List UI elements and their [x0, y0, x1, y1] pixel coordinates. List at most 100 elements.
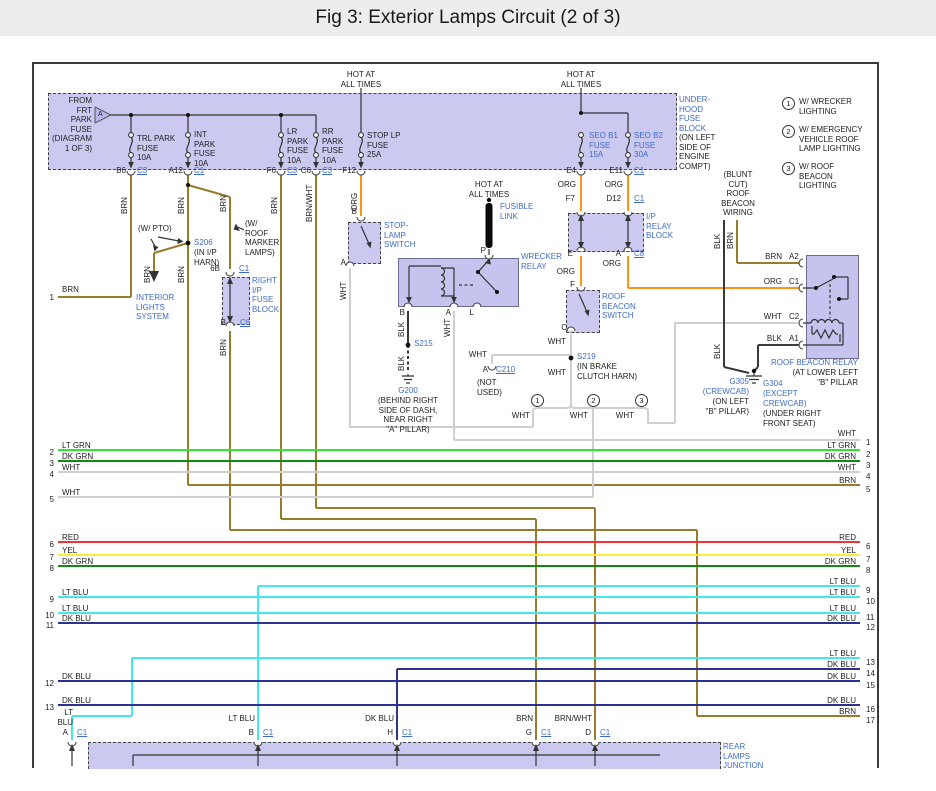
- right-row-1-number: 1: [866, 438, 871, 447]
- connector-link-c1-6b[interactable]: C1: [239, 264, 249, 274]
- connector-link-c6[interactable]: C6: [240, 318, 250, 328]
- ground-g304-location: (UNDER RIGHT FRONT SEAT): [763, 409, 822, 428]
- right-row-11-number: 11: [866, 613, 875, 622]
- ground-g304-except: (EXCEPT CREWCAB): [763, 389, 807, 408]
- blunt-cut-label: (BLUNT CUT) ROOF BEACON WIRING: [721, 170, 755, 217]
- left-row-5-color: WHT: [62, 488, 81, 497]
- right-row-5-number: 5: [866, 485, 871, 494]
- bottom-wire-a: LT BLU: [57, 708, 73, 727]
- bottom-wire-b: LT BLU: [228, 714, 255, 723]
- pin-f12: F12: [342, 166, 356, 175]
- wire-label-blk-s215: BLK: [397, 321, 406, 337]
- from-frt-park-fuse-label: FROM FRT PARK FUSE (DIAGRAM 1 OF 3): [52, 96, 92, 153]
- wht-branch-1-circle: 1: [531, 394, 544, 407]
- wire-label-wht-b2: WHT: [569, 411, 588, 420]
- left-row-2-color: LT GRN: [62, 441, 91, 450]
- fuse-label-seo-b1: SEO B1 FUSE 15A: [589, 131, 618, 159]
- hot-at-all-times-3: HOT AT ALL TIMES: [468, 180, 510, 199]
- left-row-7-color: YEL: [62, 546, 78, 555]
- bottom-wire-d: BRN/WHT: [554, 714, 592, 723]
- connector-link-c8[interactable]: C8: [634, 249, 644, 259]
- fusible-link-label: FUSIBLE LINK: [500, 202, 534, 221]
- ground-g305-label: G305: [729, 377, 749, 386]
- wire-label-wht-c210: WHT: [468, 350, 487, 359]
- pin-p: P: [480, 246, 486, 255]
- wire-label-org-e4: ORG: [557, 180, 576, 189]
- bottom-conn-a[interactable]: C1: [77, 728, 87, 738]
- wire-label-wht-b1: WHT: [511, 411, 530, 420]
- note-3-text: W/ ROOF BEACON LIGHTING: [799, 162, 837, 190]
- note-2-text: W/ EMERGENCY VEHICLE ROOF LAMP LIGHTING: [799, 125, 863, 153]
- pin-a-ip: A: [615, 249, 621, 258]
- left-row-12-color: DK BLU: [62, 672, 91, 681]
- wire-label-brn-b6: BRN: [120, 197, 129, 214]
- right-ip-fuse-block-label: RIGHT I/P FUSE BLOCK: [252, 276, 280, 314]
- pin-b-fuseblock: B: [220, 318, 226, 327]
- wire-label-org-f12: ORG: [350, 192, 359, 211]
- wire-label-wht-c2: WHT: [763, 312, 782, 321]
- connector-link-c3-2[interactable]: C3: [287, 166, 297, 176]
- underhood-location-label: (ON LEFT SIDE OF ENGINE COMPT): [679, 133, 716, 171]
- pin-l-wrecker: L: [469, 308, 474, 317]
- left-row-7-number: 7: [49, 553, 54, 562]
- rear-lamps-junction-label: REAR LAMPS JUNCTION: [723, 742, 764, 770]
- fuse-label-int-park: INT PARK FUSE 10A: [194, 130, 216, 168]
- pin-a-wrecker: A: [445, 308, 451, 317]
- connector-link-c3-1[interactable]: C3: [137, 166, 147, 176]
- bottom-conn-d[interactable]: C1: [600, 728, 610, 738]
- pin-f6: F6: [266, 166, 276, 175]
- wire-label-blk-g200: BLK: [397, 355, 406, 371]
- wire-label-org-c1: ORG: [763, 277, 782, 286]
- bottom-conn-b[interactable]: C1: [263, 728, 273, 738]
- left-row-9-number: 9: [49, 595, 54, 604]
- note-3-circle: 3: [782, 162, 795, 175]
- wire-label-wht-wrecker-a: WHT: [443, 318, 452, 337]
- bottom-pin-a: A: [62, 728, 68, 737]
- wire-label-org-a: ORG: [602, 259, 621, 268]
- bottom-conn-h[interactable]: C1: [402, 728, 412, 738]
- right-row-14-color: DK BLU: [827, 660, 856, 669]
- note-1-text: W/ WRECKER LIGHTING: [799, 97, 852, 116]
- connector-link-c1-1[interactable]: C1: [194, 166, 204, 176]
- connector-link-c1-2[interactable]: C1: [634, 166, 644, 176]
- ground-g305-location: (ON LEFT "B" PILLAR): [705, 397, 749, 416]
- right-row-10-number: 10: [866, 597, 875, 606]
- bottom-pin-b: B: [248, 728, 254, 737]
- wire-label-blk-ground: BLK: [713, 343, 722, 359]
- connector-link-c3-3[interactable]: C3: [322, 166, 332, 176]
- ground-g305-crewcab: (CREWCAB): [702, 387, 749, 396]
- left-row-10-number: 10: [45, 611, 54, 620]
- pin-a-c210: A: [482, 365, 488, 374]
- wire-label-brnwht-c6: BRN/WHT: [305, 184, 314, 222]
- connector-link-c1-3[interactable]: C1: [634, 194, 644, 204]
- wire-label-wht-c: WHT: [547, 337, 566, 346]
- left-row-13-color: DK BLU: [62, 696, 91, 705]
- wire-label-brn-f6: BRN: [270, 197, 279, 214]
- left-row-2-number: 2: [49, 448, 54, 457]
- left-row-13-number: 13: [45, 703, 54, 712]
- right-row-4-number: 4: [866, 472, 871, 481]
- wire-label-brn-blunt: BRN: [726, 232, 735, 249]
- c210-not-used-label: (NOT USED): [477, 378, 502, 397]
- pin-c2: C2: [789, 312, 800, 321]
- bottom-pin-g: G: [525, 728, 532, 737]
- splice-s219-label: S219: [577, 352, 596, 361]
- right-row-15-color: DK BLU: [827, 672, 856, 681]
- w-roof-marker-lamps-label: (W/ ROOF MARKER LAMPS): [245, 219, 280, 257]
- fuse-label-lr-park: LR PARK FUSE 10A: [287, 127, 309, 165]
- left-row-1-color: BRN: [62, 285, 79, 294]
- right-row-12-color: DK BLU: [827, 614, 856, 623]
- connector-link-c210[interactable]: C210: [496, 365, 515, 375]
- pin-f7: F7: [565, 194, 575, 203]
- note-2-circle: 2: [782, 125, 795, 138]
- arrowheads: [69, 162, 631, 751]
- wire-label-brn-branch: BRN: [219, 195, 228, 212]
- wire-label-brn-a2: BRN: [765, 252, 782, 261]
- right-row-4-color: WHT: [837, 463, 856, 472]
- pin-a12: A12: [168, 166, 183, 175]
- right-row-16-number: 16: [866, 705, 875, 714]
- bottom-conn-g[interactable]: C1: [541, 728, 551, 738]
- fusible-link-symbol: [485, 203, 493, 248]
- wire-label-wht-stop-a: WHT: [339, 281, 348, 300]
- pin-a-stop: A: [340, 258, 346, 267]
